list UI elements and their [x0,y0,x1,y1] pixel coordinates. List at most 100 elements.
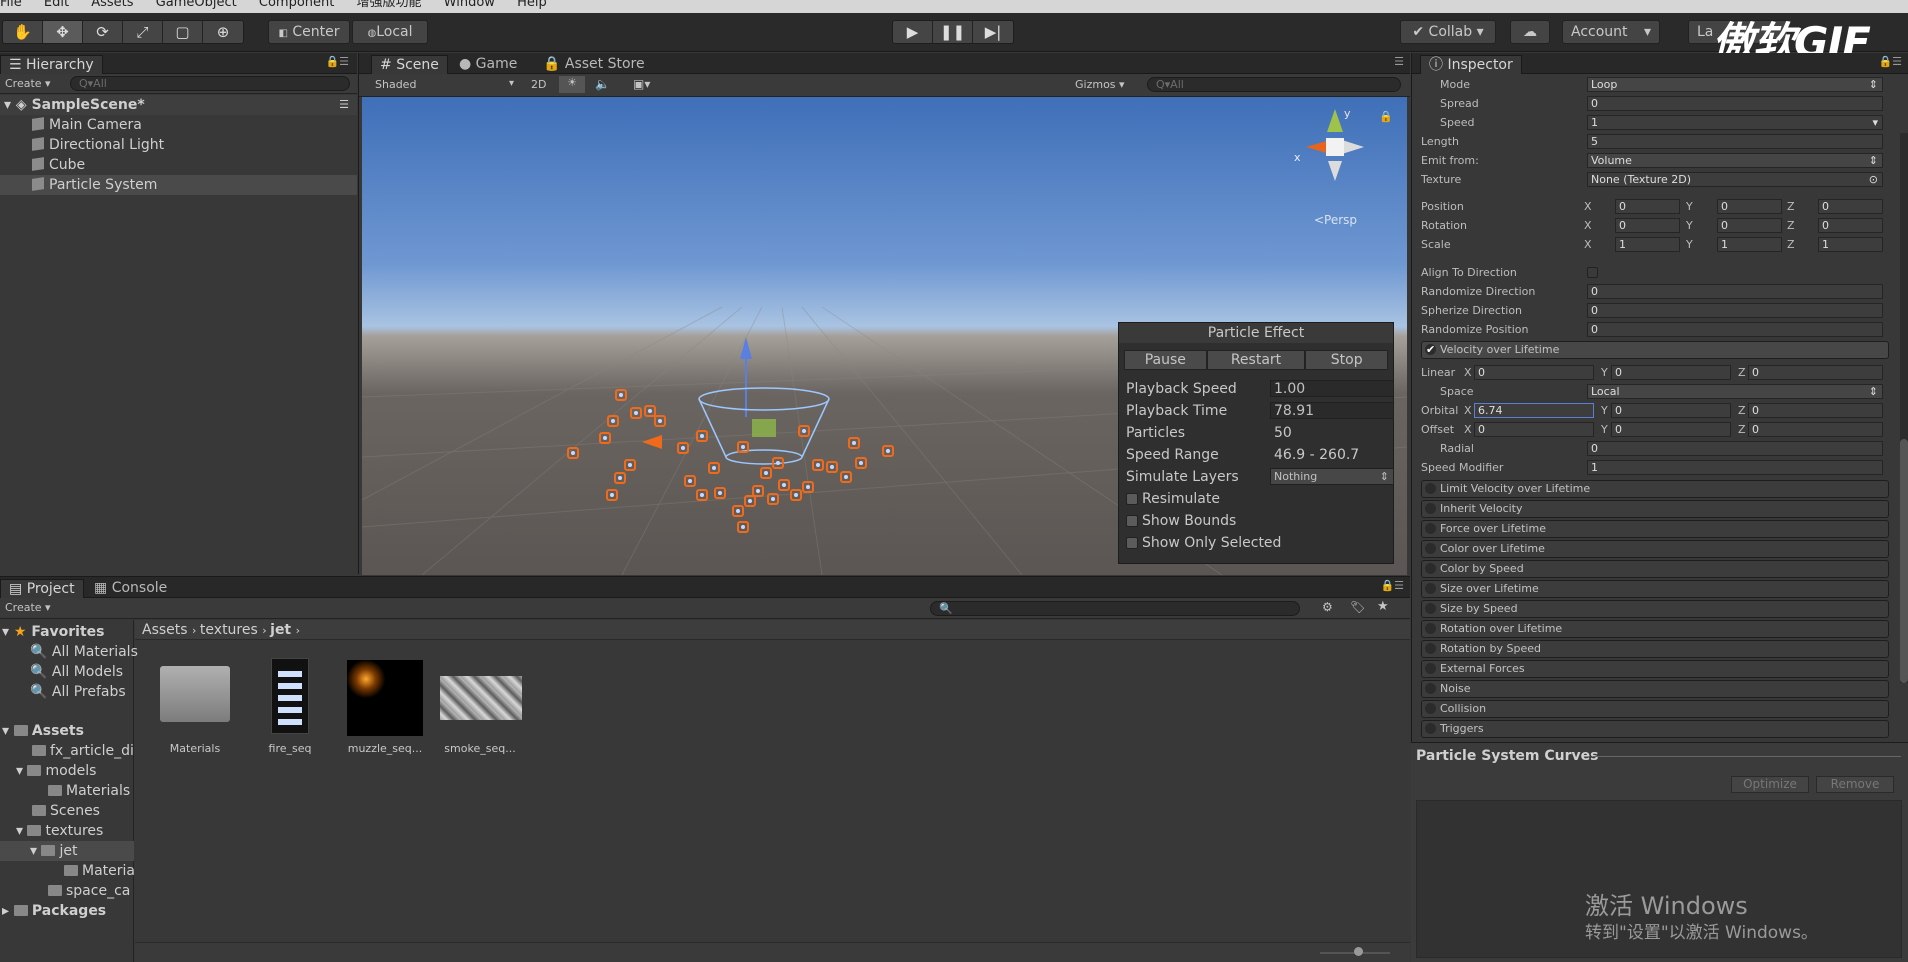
stop-button[interactable]: Stop [1305,350,1388,370]
tree-item[interactable]: Materials [48,781,130,801]
menu-component[interactable]: Component [259,0,334,9]
linear-z-field[interactable]: 0 [1748,365,1883,380]
module-noise[interactable]: Noise [1421,680,1889,698]
speed-modifier-field[interactable]: 1 [1587,460,1883,475]
menu-window[interactable]: Window [444,0,495,9]
pivot-center-button[interactable]: ◧ Center [268,20,350,44]
remove-button[interactable]: Remove [1816,776,1894,793]
asset-smoke-seq[interactable]: smoke_seq... [437,742,523,755]
optimize-button[interactable]: Optimize [1731,776,1809,793]
module-size-over-lifetime[interactable]: Size over Lifetime [1421,580,1889,598]
module-rotation-over-lifetime[interactable]: Rotation over Lifetime [1421,620,1889,638]
lighting-toggle-icon[interactable]: ☀ [559,76,585,93]
position-y-field[interactable]: 0 [1717,199,1782,214]
assets-root-row[interactable]: ▾ Assets [2,721,84,741]
module-color-by-speed[interactable]: Color by Speed [1421,560,1889,578]
filter-type-icon[interactable]: ⚙ [1322,600,1333,614]
scale-y-field[interactable]: 1 [1717,237,1782,252]
zoom-slider-handle[interactable] [1354,947,1363,956]
panel-menu-icon[interactable]: 🔒☰ [325,55,349,68]
pause-icon[interactable]: ❚❚ [933,21,973,43]
spread-field[interactable]: 0 [1587,96,1883,111]
hierarchy-item[interactable]: Cube [0,155,85,175]
scene-panel-menu-icon[interactable]: ☰ [1394,55,1404,68]
asset-materials[interactable]: Materials [152,742,238,755]
restart-button[interactable]: Restart [1206,350,1306,370]
curve-dropdown-icon[interactable]: ▾ [1872,116,1878,129]
resimulate-checkbox[interactable] [1126,493,1138,505]
gizmo-lock-icon[interactable]: 🔒 [1379,110,1393,123]
smoke-seq-thumbnail[interactable] [440,676,522,720]
favorite-item[interactable]: 🔍 All Materials [30,642,138,662]
asset-muzzle-seq[interactable]: muzzle_seq... [342,742,428,755]
packages-row[interactable]: ▸ Packages [2,901,106,921]
hierarchy-search-input[interactable]: Q▾All [70,76,350,91]
favorite-item[interactable]: 🔍 All Prefabs [30,682,126,702]
scrollbar-thumb[interactable] [1900,439,1908,683]
module-external-forces[interactable]: External Forces [1421,660,1889,678]
offset-y-field[interactable]: 0 [1611,422,1731,437]
menu-assets[interactable]: Assets [91,0,133,9]
favorite-item[interactable]: 🔍 All Models [30,662,123,682]
mode-dropdown[interactable]: Loop ⇕ [1587,77,1883,92]
offset-x-field[interactable]: 0 [1474,422,1594,437]
tree-item[interactable]: space_ca [48,881,134,901]
scene-search-input[interactable]: Q▾All [1147,77,1401,92]
pivot-space-button[interactable]: ◍Local [352,20,428,44]
rect-tool-icon[interactable]: ▢ [163,21,203,43]
hierarchy-item[interactable]: Main Camera [0,115,142,135]
emit-from-dropdown[interactable]: Volume ⇕ [1587,153,1883,168]
persp-label[interactable]: <Persp [1314,213,1357,227]
move-tool-icon[interactable]: ✥ [43,21,83,43]
texture-field[interactable]: None (Texture 2D) ⊙ [1587,172,1883,187]
project-menu-icon[interactable]: 🔒☰ [1380,579,1404,592]
simulate-layers-dropdown[interactable]: Nothing ⇕ [1270,468,1394,485]
project-search-input[interactable]: 🔍 [930,601,1300,616]
module-inherit-velocity[interactable]: Inherit Velocity [1421,500,1889,518]
linear-x-field[interactable]: 0 [1474,365,1594,380]
module-force-over-lifetime[interactable]: Force over Lifetime [1421,520,1889,538]
scale-x-field[interactable]: 1 [1615,237,1680,252]
orbital-x-field[interactable]: 6.74 [1474,403,1594,418]
menu-edit[interactable]: Edit [44,0,69,9]
checkmark-icon[interactable]: ✔ [1426,342,1435,358]
audio-toggle-icon[interactable]: 🔈 [595,77,610,91]
menu-file[interactable]: File [0,0,22,9]
module-limit-velocity[interactable]: Limit Velocity over Lifetime [1421,480,1889,498]
cloud-icon[interactable]: ☁ [1510,20,1550,44]
playback-time-field[interactable]: 78.91 [1270,402,1394,419]
transform-tool-icon[interactable]: ⊕ [203,21,243,43]
folder-large-icon[interactable] [160,666,230,722]
account-button[interactable]: Account ▾ [1562,20,1660,44]
scale-z-field[interactable]: 1 [1818,237,1883,252]
menu-enhanced[interactable]: 增强版功能 [357,0,422,9]
filter-label-icon[interactable]: 🏷 [1350,600,1365,614]
breadcrumb-textures[interactable]: textures [200,622,258,638]
spherize-direction-field[interactable]: 0 [1587,303,1883,318]
module-rotation-by-speed[interactable]: Rotation by Speed [1421,640,1889,658]
tree-item[interactable]: Scenes [32,801,100,821]
tree-item[interactable]: fx_article_di [32,741,134,761]
favorites-row[interactable]: ▾ ★ Favorites [2,622,105,642]
asset-fire-seq[interactable]: fire_seq [247,742,333,755]
orbital-z-field[interactable]: 0 [1748,403,1883,418]
tab-game[interactable]: ● Game [451,55,525,74]
inspector-scrollbar[interactable] [1900,133,1908,683]
project-create-button[interactable]: Create ▾ [5,601,51,614]
hierarchy-item-selected[interactable]: Particle System [0,175,357,195]
hierarchy-item[interactable]: Directional Light [0,135,164,155]
module-collision[interactable]: Collision [1421,700,1889,718]
tab-scene[interactable]: # Scene [371,55,448,74]
orbital-y-field[interactable]: 0 [1611,403,1731,418]
position-x-field[interactable]: 0 [1615,199,1680,214]
tree-item[interactable]: ▾ models [16,761,96,781]
length-field[interactable]: 5 [1587,134,1883,149]
module-size-by-speed[interactable]: Size by Speed [1421,600,1889,618]
play-icon[interactable]: ▶ [893,21,933,43]
breadcrumb-jet[interactable]: jet [270,622,291,638]
hierarchy-create-button[interactable]: Create ▾ [5,77,51,90]
tab-inspector[interactable]: ⓘ Inspector [1420,55,1522,74]
gizmos-dropdown[interactable]: Gizmos ▾ [1075,78,1125,91]
rotation-x-field[interactable]: 0 [1615,218,1680,233]
mode-2d-toggle[interactable]: 2D [531,78,546,91]
